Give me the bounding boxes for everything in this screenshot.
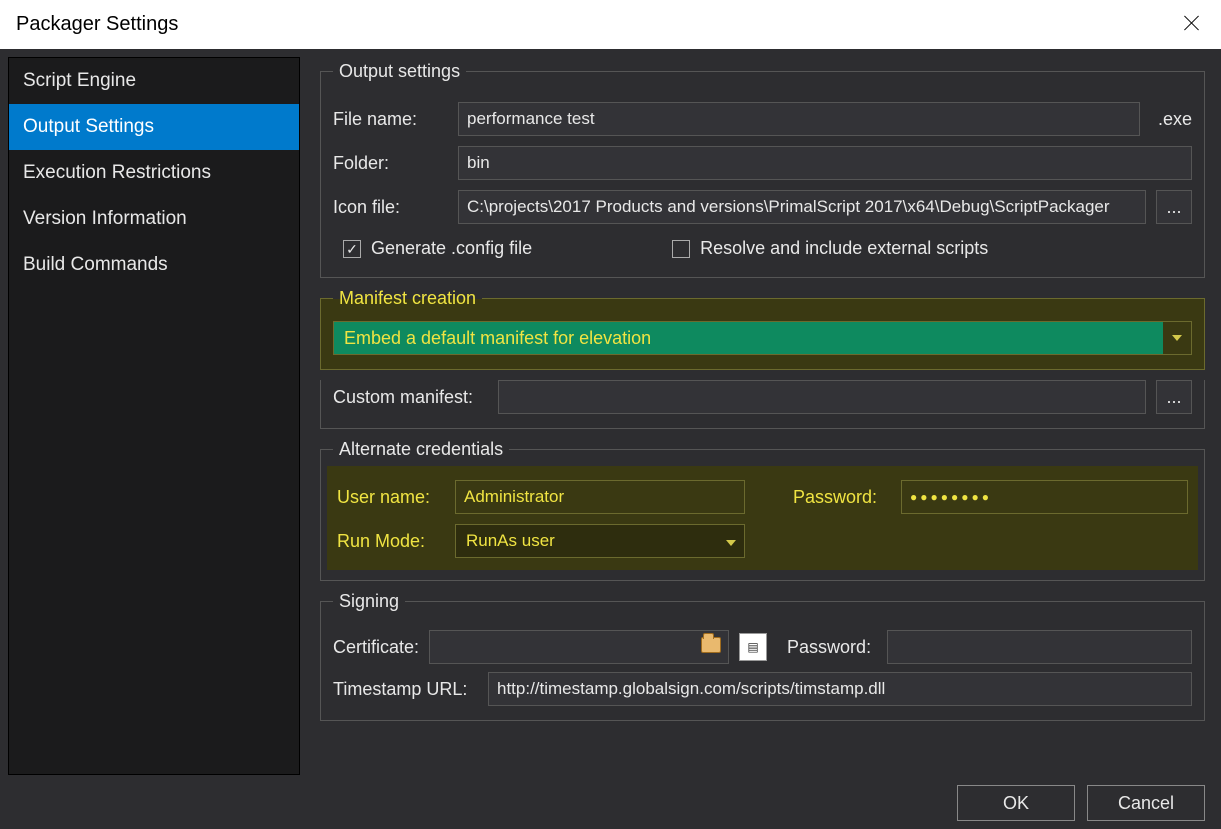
file-name-input[interactable] (458, 102, 1140, 136)
password-input[interactable]: ●●●●●●●● (901, 480, 1188, 514)
username-label: User name: (337, 487, 437, 508)
signing-password-label: Password: (787, 637, 877, 658)
manifest-creation-group: Manifest creation Embed a default manife… (320, 288, 1205, 370)
sidebar: Script Engine Output Settings Execution … (8, 57, 300, 775)
main-area: Script Engine Output Settings Execution … (8, 57, 1213, 775)
resolve-scripts-label: Resolve and include external scripts (700, 238, 988, 259)
timestamp-label: Timestamp URL: (333, 679, 478, 700)
timestamp-input[interactable] (488, 672, 1192, 706)
icon-file-browse-button[interactable]: ... (1156, 190, 1192, 224)
runmode-value: RunAs user (466, 531, 555, 551)
password-label: Password: (793, 487, 883, 508)
alternate-credentials-group: Alternate credentials User name: Passwor… (320, 439, 1205, 581)
app-body: Script Engine Output Settings Execution … (0, 49, 1221, 829)
username-input[interactable] (455, 480, 745, 514)
file-name-label: File name: (333, 109, 448, 130)
close-icon[interactable] (1183, 14, 1201, 32)
signing-password-input[interactable] (887, 630, 1192, 664)
output-settings-legend: Output settings (333, 61, 466, 82)
chevron-down-icon (1163, 322, 1191, 354)
ok-button[interactable]: OK (957, 785, 1075, 821)
icon-file-label: Icon file: (333, 197, 448, 218)
titlebar: Packager Settings (0, 0, 1221, 49)
resolve-scripts-checkbox[interactable]: Resolve and include external scripts (672, 238, 988, 259)
runmode-label: Run Mode: (337, 531, 437, 552)
generate-config-label: Generate .config file (371, 238, 532, 259)
sidebar-item-script-engine[interactable]: Script Engine (9, 58, 299, 104)
sidebar-item-build-commands[interactable]: Build Commands (9, 242, 299, 288)
folder-label: Folder: (333, 153, 448, 174)
check-icon: ✓ (343, 240, 361, 258)
generate-config-checkbox[interactable]: ✓ Generate .config file (343, 238, 532, 259)
window-title: Packager Settings (16, 13, 178, 36)
folder-icon[interactable] (701, 637, 721, 658)
credentials-legend: Alternate credentials (333, 439, 509, 460)
chevron-down-icon (726, 531, 736, 551)
certificate-picker-button[interactable]: ▤ (739, 633, 767, 661)
output-settings-group: Output settings File name: .exe Folder: … (320, 61, 1205, 278)
sidebar-item-output-settings[interactable]: Output Settings (9, 104, 299, 150)
password-value: ●●●●●●●● (910, 490, 992, 504)
signing-legend: Signing (333, 591, 405, 612)
sidebar-item-execution-restrictions[interactable]: Execution Restrictions (9, 150, 299, 196)
manifest-dropdown-value: Embed a default manifest for elevation (344, 328, 651, 349)
manifest-dropdown[interactable]: Embed a default manifest for elevation (333, 321, 1192, 355)
runmode-dropdown[interactable]: RunAs user (455, 524, 745, 558)
unchecked-icon (672, 240, 690, 258)
certificate-label: Certificate: (333, 637, 419, 658)
sidebar-item-version-information[interactable]: Version Information (9, 196, 299, 242)
signing-group: Signing Certificate: ▤ Password: Timesta… (320, 591, 1205, 721)
content-panel: Output settings File name: .exe Folder: … (320, 57, 1213, 775)
folder-input[interactable] (458, 146, 1192, 180)
icon-file-input[interactable] (458, 190, 1146, 224)
file-name-suffix: .exe (1158, 109, 1192, 130)
custom-manifest-browse-button[interactable]: ... (1156, 380, 1192, 414)
custom-manifest-input[interactable] (498, 380, 1146, 414)
manifest-legend: Manifest creation (333, 288, 482, 309)
dialog-footer: OK Cancel (8, 783, 1213, 821)
certificate-input[interactable] (429, 630, 729, 664)
custom-manifest-label: Custom manifest: (333, 387, 488, 408)
cancel-button[interactable]: Cancel (1087, 785, 1205, 821)
